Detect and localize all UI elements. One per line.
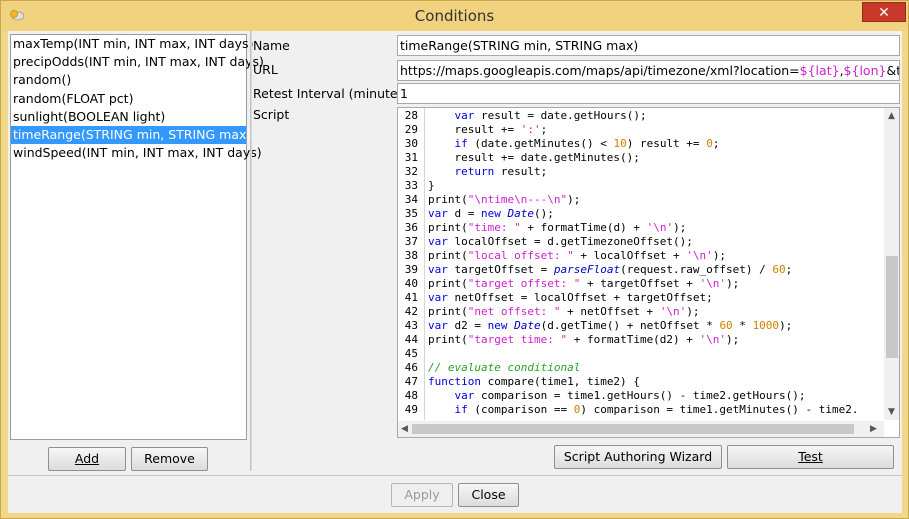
code-text: result += ':'; <box>428 123 548 136</box>
line-number: 38 <box>404 249 418 262</box>
line-number: 36 <box>404 221 418 234</box>
condition-list-item[interactable]: timeRange(STRING min, STRING max) <box>11 125 251 145</box>
conditions-list[interactable]: maxTemp(INT min, INT max, INT days) preci… <box>10 34 264 440</box>
condition-list-item[interactable]: maxTemp(INT min, INT max, INT days) <box>11 35 253 53</box>
code-text: result += date.getMinutes(); <box>428 151 640 164</box>
code-text: print("time: " + formatTime(d) + '\n'); <box>428 221 687 234</box>
line-number: 39 <box>404 263 418 276</box>
close-button-label: Close <box>471 487 506 502</box>
line-number: 33 <box>404 179 418 192</box>
scroll-up-icon[interactable]: ▲ <box>888 111 895 121</box>
title-bar[interactable]: Conditions ✕ <box>1 1 908 31</box>
code-area[interactable]: 28 var result = date.getHours(); 29 resul… <box>398 108 883 420</box>
url-label: URL <box>253 62 278 77</box>
test-button[interactable]: Test <box>727 445 894 469</box>
test-button-label: Test <box>798 449 823 464</box>
url-var-lon: ${lon} <box>843 63 887 78</box>
url-field[interactable]: https://maps.googleapis.com/maps/api/tim… <box>397 60 900 81</box>
line-number: 45 <box>404 347 418 360</box>
script-editor[interactable]: 28 var result = date.getHours(); 29 resul… <box>397 107 900 438</box>
splitter[interactable] <box>250 31 252 471</box>
code-text: if (date.getMinutes() < 10) result += 0; <box>454 137 720 150</box>
line-number: 41 <box>404 291 418 304</box>
line-number: 32 <box>404 165 418 178</box>
code-text: var result = date.getHours(); <box>454 109 647 122</box>
apply-button[interactable]: Apply <box>391 483 453 507</box>
code-text: // evaluate conditional <box>428 361 581 374</box>
condition-list-item[interactable]: sunlight(BOOLEAN light) <box>11 108 246 126</box>
condition-list-item[interactable]: random() <box>11 71 246 89</box>
line-number: 49 <box>404 403 418 416</box>
line-number: 29 <box>404 123 418 136</box>
url-var-lat: ${lat} <box>799 63 840 78</box>
vertical-scroll-thumb[interactable] <box>886 256 898 358</box>
horizontal-scrollbar[interactable]: ◀ ▶ <box>398 421 884 437</box>
line-number: 37 <box>404 235 418 248</box>
vertical-scrollbar[interactable]: ▲ ▼ <box>884 108 899 420</box>
url-prefix: https://maps.googleapis.com/maps/api/tim… <box>400 63 800 78</box>
code-text: print("target time: " + formatTime(d2) +… <box>428 333 740 346</box>
line-number: 46 <box>404 361 418 374</box>
line-number: 47 <box>404 375 418 388</box>
wizard-button-label: Script Authoring Wizard <box>563 449 713 464</box>
code-text: return result; <box>454 165 548 178</box>
code-text: function compare(time1, time2) { <box>428 375 640 388</box>
conditions-window: Conditions ✕ maxTemp(INT min, INT max, I… <box>0 0 909 519</box>
dialog-body: maxTemp(INT min, INT max, INT days) preci… <box>8 31 902 513</box>
script-authoring-wizard-button[interactable]: Script Authoring Wizard <box>554 445 722 469</box>
line-number: 31 <box>404 151 418 164</box>
condition-list-item[interactable]: random(FLOAT pct) <box>11 90 246 108</box>
line-number: 44 <box>404 333 418 346</box>
code-text: } <box>428 179 435 192</box>
footer-divider <box>8 475 902 476</box>
code-text: print("\ntime\n---\n"); <box>428 193 581 206</box>
window-title: Conditions <box>414 7 495 25</box>
scroll-left-icon[interactable]: ◀ <box>401 424 408 434</box>
code-text: print("net offset: " + netOffset + '\n')… <box>428 305 700 318</box>
line-number: 34 <box>404 193 418 206</box>
close-button[interactable]: Close <box>458 483 519 507</box>
line-number: 30 <box>404 137 418 150</box>
code-text: var netOffset = localOffset + targetOffs… <box>428 291 713 304</box>
code-text: var d = new Date(); <box>428 207 554 220</box>
retest-interval-field[interactable]: 1 <box>397 83 900 104</box>
line-number: 42 <box>404 305 418 318</box>
name-label: Name <box>253 38 290 53</box>
close-icon[interactable]: ✕ <box>862 2 906 22</box>
scroll-right-icon[interactable]: ▶ <box>870 424 877 434</box>
scroll-down-icon[interactable]: ▼ <box>888 407 895 417</box>
code-text: var targetOffset = parseFloat(request.ra… <box>428 263 793 276</box>
horizontal-scroll-thumb[interactable] <box>412 424 854 434</box>
remove-button-label: Remove <box>144 451 195 466</box>
code-text: if (comparison == 0) comparison = time1.… <box>454 403 859 416</box>
line-number: 48 <box>404 389 418 402</box>
add-button[interactable]: Add <box>48 447 126 471</box>
add-button-label: Add <box>74 451 100 466</box>
retest-interval-label: Retest Interval (minutes) <box>253 86 409 101</box>
code-text: print("target offset: " + targetOffset +… <box>428 277 740 290</box>
name-field[interactable]: timeRange(STRING min, STRING max) <box>397 35 900 56</box>
line-number: 28 <box>404 109 418 122</box>
condition-list-item[interactable]: precipOdds(INT min, INT max, INT days) <box>11 53 264 71</box>
condition-list-item[interactable]: windSpeed(INT min, INT max, INT days) <box>11 144 262 162</box>
remove-button[interactable]: Remove <box>131 447 208 471</box>
url-suffix: &timestam <box>886 63 900 78</box>
apply-button-label: Apply <box>404 487 440 502</box>
line-number: 40 <box>404 277 418 290</box>
code-text: var d2 = new Date(d.getTime() + netOffse… <box>428 319 793 332</box>
code-text: var localOffset = d.getTimezoneOffset(); <box>428 235 693 248</box>
script-label: Script <box>253 107 290 122</box>
line-number: 43 <box>404 319 418 332</box>
code-text: var comparison = time1.getHours() - time… <box>454 389 806 402</box>
code-text: print("local offset: " + localOffset + '… <box>428 249 727 262</box>
line-number: 35 <box>404 207 418 220</box>
